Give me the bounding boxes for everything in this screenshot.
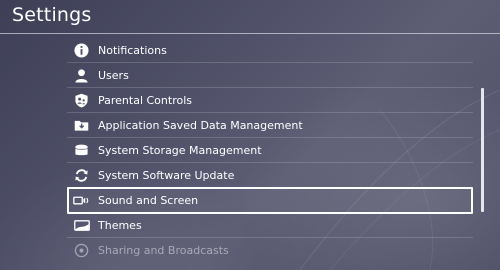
menu-item-themes[interactable]: Themes bbox=[67, 213, 473, 238]
menu-item-users[interactable]: Users bbox=[67, 63, 473, 88]
menu-item-label: Parental Controls bbox=[98, 93, 192, 107]
parental-controls-icon bbox=[73, 92, 90, 109]
menu-item-label: Sound and Screen bbox=[98, 194, 199, 207]
menu-item-label: Themes bbox=[98, 218, 142, 232]
menu-item-application-saved-data[interactable]: Application Saved Data Management bbox=[67, 113, 473, 138]
menu-item-sound-and-screen[interactable]: Sound and Screen bbox=[67, 187, 473, 214]
menu-item-system-storage[interactable]: System Storage Management bbox=[67, 138, 473, 163]
menu-item-label: System Software Update bbox=[98, 168, 235, 182]
folder-icon bbox=[73, 117, 90, 134]
sharing-icon bbox=[73, 242, 90, 259]
menu-item-label: Users bbox=[98, 68, 129, 82]
menu-item-label: System Storage Management bbox=[98, 143, 262, 157]
scrollbar[interactable] bbox=[481, 88, 484, 212]
menu-item-system-software-update[interactable]: System Software Update bbox=[67, 163, 473, 188]
menu-item-label: Sharing and Broadcasts bbox=[98, 244, 229, 257]
menu-item-notifications[interactable]: Notifications bbox=[67, 38, 473, 63]
update-icon bbox=[73, 167, 90, 184]
menu-item-label: Application Saved Data Management bbox=[98, 118, 303, 132]
menu-item-parental-controls[interactable]: Parental Controls bbox=[67, 88, 473, 113]
info-icon bbox=[73, 42, 90, 59]
settings-menu: Notifications Users Parental Controls Ap… bbox=[67, 38, 473, 263]
menu-item-label: Notifications bbox=[98, 43, 167, 57]
sound-screen-icon bbox=[73, 192, 90, 209]
themes-icon bbox=[73, 217, 90, 234]
title-divider bbox=[0, 33, 500, 34]
menu-item-sharing-and-broadcasts[interactable]: Sharing and Broadcasts bbox=[67, 238, 473, 263]
storage-icon bbox=[73, 142, 90, 159]
user-icon bbox=[73, 67, 90, 84]
page-title: Settings bbox=[12, 4, 92, 26]
